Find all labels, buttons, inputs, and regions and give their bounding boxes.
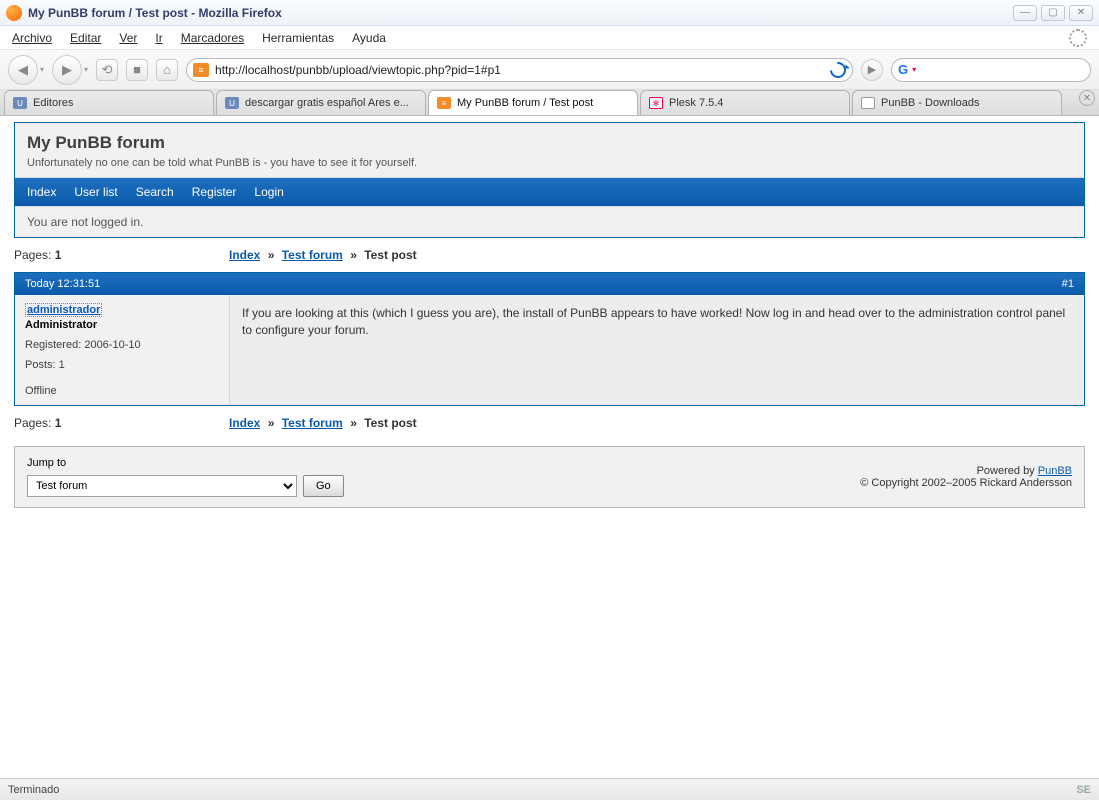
menu-marcadores[interactable]: Marcadores (181, 31, 244, 45)
close-button[interactable]: ✕ (1069, 5, 1093, 21)
pagination-top: Pages: 1 (14, 248, 229, 262)
breadcrumb-row-top: Pages: 1 Index » Test forum » Test post (14, 238, 1085, 272)
minimize-button[interactable]: — (1013, 5, 1037, 21)
breadcrumb-row-bottom: Pages: 1 Index » Test forum » Test post (14, 406, 1085, 440)
breadcrumb: Index » Test forum » Test post (229, 248, 417, 262)
window-titlebar: My PunBB forum / Test post - Mozilla Fir… (0, 0, 1099, 26)
menu-editar[interactable]: Editar (70, 31, 101, 45)
forum-nav: Index User list Search Register Login (15, 178, 1084, 206)
maximize-button[interactable]: ▢ (1041, 5, 1065, 21)
google-icon: G (898, 62, 908, 77)
crumb-topic-bottom: Test post (364, 416, 416, 430)
home-icon: ⌂ (163, 62, 171, 77)
tab-ares[interactable]: U descargar gratis español Ares e... (216, 90, 426, 115)
nav-userlist[interactable]: User list (74, 185, 117, 199)
poster-registered: Registered: 2006-10-10 (25, 339, 219, 351)
tab-editores[interactable]: U Editores (4, 90, 214, 115)
favicon-icon: ◆ (861, 97, 875, 109)
poster-name-link[interactable]: administrador (25, 303, 102, 317)
post-header: Today 12:31:51 #1 (15, 273, 1084, 295)
forum-description: Unfortunately no one can be told what Pu… (27, 157, 1072, 169)
poster-postcount: Posts: 1 (25, 359, 219, 371)
copyright: © Copyright 2002–2005 Rickard Andersson (860, 477, 1072, 489)
favicon-icon: ✻ (649, 97, 663, 109)
poster-online-status: Offline (25, 385, 219, 397)
post-permalink[interactable]: #1 (1062, 278, 1074, 290)
go-button[interactable]: ▶ (861, 59, 883, 81)
crumb-forum[interactable]: Test forum (282, 248, 343, 262)
poster-role: Administrator (25, 319, 219, 331)
footer-right: Powered by PunBB © Copyright 2002–2005 R… (860, 465, 1072, 489)
login-status: You are not logged in. (15, 206, 1084, 237)
jump-label: Jump to (27, 457, 344, 469)
tab-bar: U Editores U descargar gratis español Ar… (0, 90, 1099, 116)
post-message: If you are looking at this (which I gues… (230, 295, 1084, 405)
nav-search[interactable]: Search (136, 185, 174, 199)
reload-button[interactable]: ⟲ (96, 59, 118, 81)
close-tab-button[interactable]: ✕ (1079, 90, 1095, 106)
url-input[interactable] (215, 63, 824, 77)
window-controls: — ▢ ✕ (1013, 5, 1093, 21)
menu-bar: Archivo Editar Ver Ir Marcadores Herrami… (0, 26, 1099, 50)
stop-button[interactable]: ■ (126, 59, 148, 81)
window-title: My PunBB forum / Test post - Mozilla Fir… (28, 6, 282, 20)
jump-box: Jump to Test forum Go Powered by PunBB ©… (14, 446, 1085, 508)
search-engine-chevron-icon[interactable]: ▾ (912, 65, 916, 74)
menu-archivo[interactable]: Archivo (12, 31, 52, 45)
back-button[interactable]: ◀▾ (8, 55, 44, 85)
post-body: administrador Administrator Registered: … (15, 295, 1084, 405)
site-identity-icon[interactable]: ≡ (193, 63, 209, 77)
activity-indicator-icon (1069, 29, 1087, 47)
seo-badge: SE (1076, 784, 1091, 796)
search-box[interactable]: G ▾ (891, 58, 1091, 82)
navigation-toolbar: ◀▾ ▶▾ ⟲ ■ ⌂ ≡ ▶ G ▾ (0, 50, 1099, 90)
forum-header: My PunBB forum Unfortunately no one can … (15, 123, 1084, 178)
jump-left: Jump to Test forum Go (27, 457, 344, 497)
jump-select[interactable]: Test forum (27, 475, 297, 497)
tab-punbb-forum[interactable]: ≡ My PunBB forum / Test post (428, 90, 638, 115)
menu-ir[interactable]: Ir (155, 31, 162, 45)
favicon-icon: U (225, 97, 239, 109)
favicon-icon: ≡ (437, 97, 451, 109)
status-bar: Terminado SE (0, 778, 1099, 800)
crumb-index[interactable]: Index (229, 248, 260, 262)
home-button[interactable]: ⌂ (156, 59, 178, 81)
forward-button[interactable]: ▶▾ (52, 55, 88, 85)
firefox-icon (6, 5, 22, 21)
post: Today 12:31:51 #1 administrador Administ… (14, 272, 1085, 406)
search-input[interactable] (920, 63, 1084, 77)
nav-register[interactable]: Register (192, 185, 237, 199)
status-text: Terminado (8, 784, 59, 796)
go-reload-icon[interactable] (827, 58, 850, 81)
menu-ver[interactable]: Ver (119, 31, 137, 45)
nav-login[interactable]: Login (254, 185, 283, 199)
breadcrumb-bottom: Index » Test forum » Test post (229, 416, 417, 430)
pagination-bottom: Pages: 1 (14, 416, 229, 430)
forum-title: My PunBB forum (27, 133, 1072, 153)
favicon-icon: U (13, 97, 27, 109)
crumb-index-bottom[interactable]: Index (229, 416, 260, 430)
forum-header-box: My PunBB forum Unfortunately no one can … (14, 122, 1085, 238)
crumb-topic: Test post (364, 248, 416, 262)
crumb-forum-bottom[interactable]: Test forum (282, 416, 343, 430)
powered-by-link[interactable]: PunBB (1038, 465, 1072, 477)
page-content: My PunBB forum Unfortunately no one can … (0, 116, 1099, 514)
tab-punbb-downloads[interactable]: ◆ PunBB - Downloads (852, 90, 1062, 115)
menu-herramientas[interactable]: Herramientas (262, 31, 334, 45)
tab-plesk[interactable]: ✻ Plesk 7.5.4 (640, 90, 850, 115)
jump-go-button[interactable]: Go (303, 475, 344, 497)
menu-ayuda[interactable]: Ayuda (352, 31, 386, 45)
post-timestamp: Today 12:31:51 (25, 278, 100, 290)
nav-index[interactable]: Index (27, 185, 56, 199)
url-bar[interactable]: ≡ (186, 58, 853, 82)
poster-info: administrador Administrator Registered: … (15, 295, 230, 405)
